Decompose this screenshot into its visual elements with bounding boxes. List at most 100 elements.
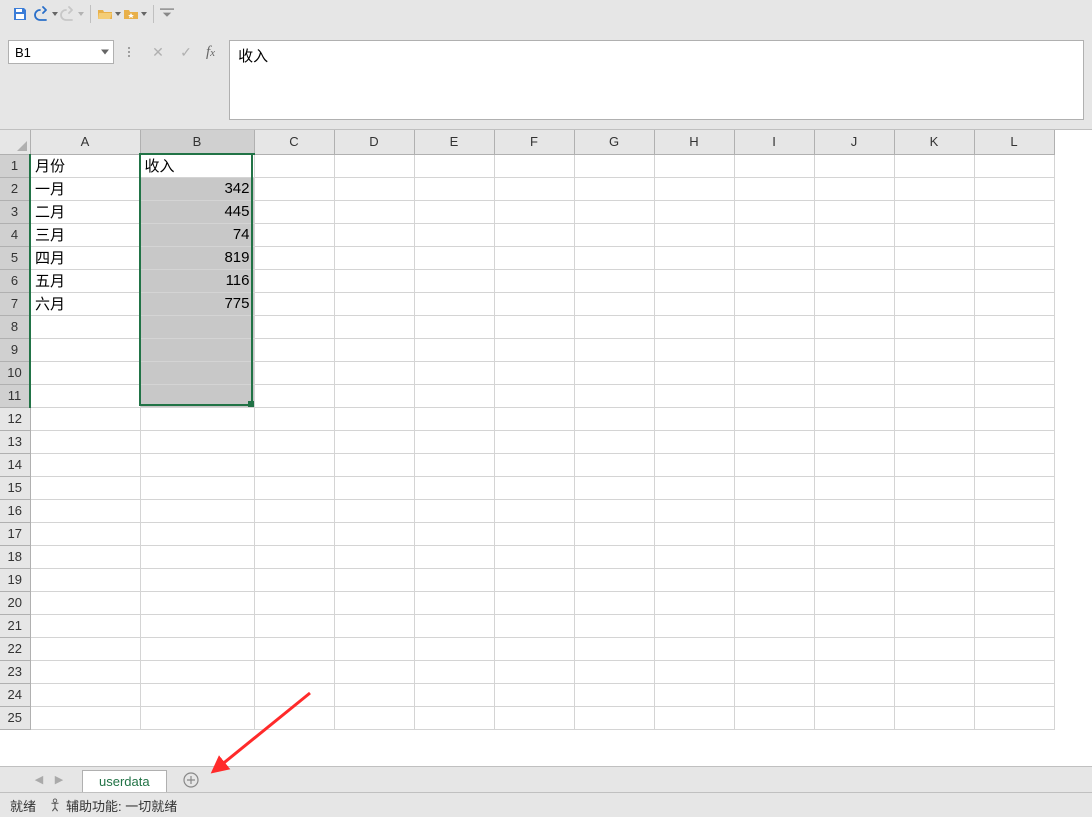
cell-D21[interactable]: [334, 614, 414, 637]
cell-D20[interactable]: [334, 591, 414, 614]
row-header-25[interactable]: 25: [0, 706, 30, 729]
cell-G25[interactable]: [574, 706, 654, 729]
cell-G16[interactable]: [574, 499, 654, 522]
row-header-12[interactable]: 12: [0, 407, 30, 430]
cell-H17[interactable]: [654, 522, 734, 545]
cell-C7[interactable]: [254, 292, 334, 315]
cell-B5[interactable]: 819: [140, 246, 254, 269]
cell-F8[interactable]: [494, 315, 574, 338]
cell-B1[interactable]: 收入: [140, 154, 254, 177]
cell-F11[interactable]: [494, 384, 574, 407]
cell-C19[interactable]: [254, 568, 334, 591]
cell-I17[interactable]: [734, 522, 814, 545]
cell-A9[interactable]: [30, 338, 140, 361]
cell-D13[interactable]: [334, 430, 414, 453]
cell-H15[interactable]: [654, 476, 734, 499]
cell-C5[interactable]: [254, 246, 334, 269]
row-header-17[interactable]: 17: [0, 522, 30, 545]
cell-K5[interactable]: [894, 246, 974, 269]
cell-L8[interactable]: [974, 315, 1054, 338]
cell-E12[interactable]: [414, 407, 494, 430]
cell-D11[interactable]: [334, 384, 414, 407]
cell-E7[interactable]: [414, 292, 494, 315]
cell-D25[interactable]: [334, 706, 414, 729]
cell-D17[interactable]: [334, 522, 414, 545]
cell-L25[interactable]: [974, 706, 1054, 729]
cell-G1[interactable]: [574, 154, 654, 177]
cell-G8[interactable]: [574, 315, 654, 338]
cell-B4[interactable]: 74: [140, 223, 254, 246]
cell-C20[interactable]: [254, 591, 334, 614]
cell-G2[interactable]: [574, 177, 654, 200]
cell-F19[interactable]: [494, 568, 574, 591]
cell-A2[interactable]: 一月: [30, 177, 140, 200]
cell-I25[interactable]: [734, 706, 814, 729]
cell-J3[interactable]: [814, 200, 894, 223]
cell-F23[interactable]: [494, 660, 574, 683]
cell-K21[interactable]: [894, 614, 974, 637]
cell-L12[interactable]: [974, 407, 1054, 430]
cell-F2[interactable]: [494, 177, 574, 200]
cell-F9[interactable]: [494, 338, 574, 361]
row-header-20[interactable]: 20: [0, 591, 30, 614]
cell-I19[interactable]: [734, 568, 814, 591]
cell-G4[interactable]: [574, 223, 654, 246]
cell-H10[interactable]: [654, 361, 734, 384]
cell-C22[interactable]: [254, 637, 334, 660]
cell-J16[interactable]: [814, 499, 894, 522]
cell-I24[interactable]: [734, 683, 814, 706]
cell-D1[interactable]: [334, 154, 414, 177]
cell-J24[interactable]: [814, 683, 894, 706]
col-header-E[interactable]: E: [414, 130, 494, 154]
cell-C4[interactable]: [254, 223, 334, 246]
cell-D14[interactable]: [334, 453, 414, 476]
cell-D8[interactable]: [334, 315, 414, 338]
cell-G19[interactable]: [574, 568, 654, 591]
cell-C6[interactable]: [254, 269, 334, 292]
cell-K6[interactable]: [894, 269, 974, 292]
col-header-H[interactable]: H: [654, 130, 734, 154]
cell-B24[interactable]: [140, 683, 254, 706]
cell-C13[interactable]: [254, 430, 334, 453]
cell-J21[interactable]: [814, 614, 894, 637]
cell-F16[interactable]: [494, 499, 574, 522]
cell-I20[interactable]: [734, 591, 814, 614]
row-header-9[interactable]: 9: [0, 338, 30, 361]
cell-K3[interactable]: [894, 200, 974, 223]
cell-J13[interactable]: [814, 430, 894, 453]
cell-F18[interactable]: [494, 545, 574, 568]
row-header-16[interactable]: 16: [0, 499, 30, 522]
cell-D16[interactable]: [334, 499, 414, 522]
cell-D9[interactable]: [334, 338, 414, 361]
row-header-3[interactable]: 3: [0, 200, 30, 223]
cell-I6[interactable]: [734, 269, 814, 292]
cell-L22[interactable]: [974, 637, 1054, 660]
cell-L4[interactable]: [974, 223, 1054, 246]
row-header-18[interactable]: 18: [0, 545, 30, 568]
cell-E25[interactable]: [414, 706, 494, 729]
row-header-10[interactable]: 10: [0, 361, 30, 384]
cell-B14[interactable]: [140, 453, 254, 476]
cell-B7[interactable]: 775: [140, 292, 254, 315]
cell-J6[interactable]: [814, 269, 894, 292]
cell-F7[interactable]: [494, 292, 574, 315]
cell-L2[interactable]: [974, 177, 1054, 200]
cell-F3[interactable]: [494, 200, 574, 223]
select-all-corner[interactable]: [0, 130, 30, 154]
cell-G15[interactable]: [574, 476, 654, 499]
row-header-21[interactable]: 21: [0, 614, 30, 637]
cell-K19[interactable]: [894, 568, 974, 591]
cell-D15[interactable]: [334, 476, 414, 499]
cell-H1[interactable]: [654, 154, 734, 177]
cell-J17[interactable]: [814, 522, 894, 545]
cell-H2[interactable]: [654, 177, 734, 200]
cell-A14[interactable]: [30, 453, 140, 476]
col-header-J[interactable]: J: [814, 130, 894, 154]
cell-G10[interactable]: [574, 361, 654, 384]
cell-K2[interactable]: [894, 177, 974, 200]
cell-B23[interactable]: [140, 660, 254, 683]
cell-B12[interactable]: [140, 407, 254, 430]
cell-F21[interactable]: [494, 614, 574, 637]
cell-B17[interactable]: [140, 522, 254, 545]
cell-J20[interactable]: [814, 591, 894, 614]
